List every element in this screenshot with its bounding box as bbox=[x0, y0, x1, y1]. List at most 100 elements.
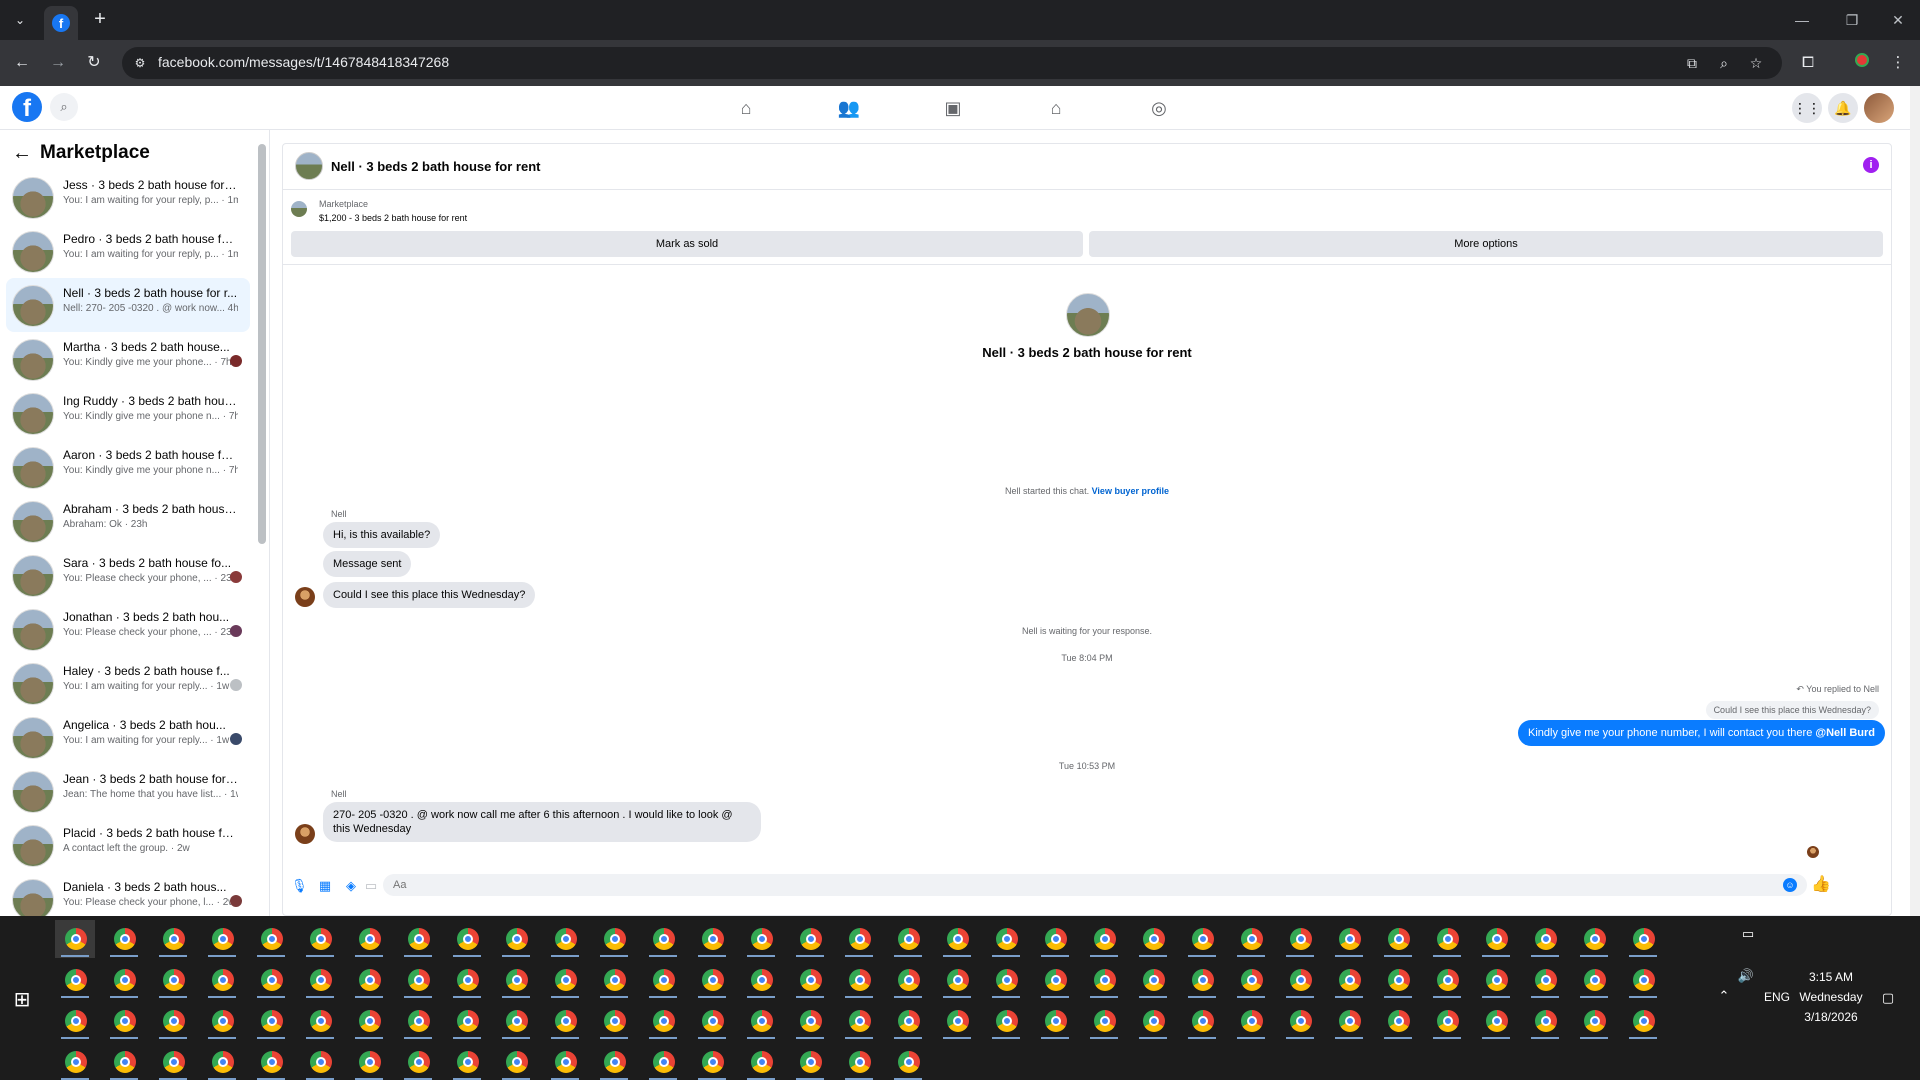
taskbar-app-icon[interactable] bbox=[1231, 961, 1271, 999]
taskbar-app-icon[interactable] bbox=[1280, 1002, 1320, 1040]
taskbar-app-icon[interactable] bbox=[692, 961, 732, 999]
quoted-message[interactable]: Could I see this place this Wednesday? bbox=[1705, 701, 1879, 719]
notifications-icon[interactable]: ▢ bbox=[1876, 990, 1900, 1006]
windows-start-icon[interactable]: ⊞ bbox=[10, 988, 34, 1012]
taskbar-app-icon[interactable] bbox=[153, 1043, 193, 1080]
taskbar-app-icon[interactable] bbox=[1182, 920, 1222, 958]
taskbar-app-icon[interactable] bbox=[104, 1043, 144, 1080]
taskbar-app-icon[interactable] bbox=[888, 920, 928, 958]
taskbar-app-icon[interactable] bbox=[496, 961, 536, 999]
taskbar-app-icon[interactable] bbox=[839, 920, 879, 958]
taskbar-app-icon[interactable] bbox=[398, 1002, 438, 1040]
site-info-icon[interactable]: ⚙ bbox=[132, 55, 148, 71]
taskbar-app-icon[interactable] bbox=[643, 1043, 683, 1080]
taskbar-app-icon[interactable] bbox=[790, 961, 830, 999]
taskbar-app-icon[interactable] bbox=[1035, 961, 1075, 999]
taskbar-app-icon[interactable] bbox=[1084, 1002, 1124, 1040]
clock-date[interactable]: 3/18/2026 bbox=[1796, 1010, 1866, 1024]
taskbar-app-icon[interactable] bbox=[1035, 920, 1075, 958]
mark-as-sold-button[interactable]: Mark as sold bbox=[291, 231, 1083, 257]
taskbar-app-icon[interactable] bbox=[790, 1002, 830, 1040]
taskbar-app-icon[interactable] bbox=[741, 1043, 781, 1080]
taskbar-app-icon[interactable] bbox=[643, 1002, 683, 1040]
taskbar-app-icon[interactable] bbox=[104, 920, 144, 958]
taskbar-app-icon[interactable] bbox=[937, 1002, 977, 1040]
taskbar-app-icon[interactable] bbox=[1084, 961, 1124, 999]
taskbar-app-icon[interactable] bbox=[986, 920, 1026, 958]
chat-title[interactable]: Nell · 3 beds 2 bath house for rent bbox=[331, 159, 540, 174]
taskbar-app-icon[interactable] bbox=[202, 1002, 242, 1040]
taskbar-app-icon[interactable] bbox=[741, 920, 781, 958]
marketplace-icon[interactable]: ⌂ bbox=[1036, 93, 1076, 123]
taskbar-app-icon[interactable] bbox=[202, 1043, 242, 1080]
taskbar-app-icon[interactable] bbox=[790, 920, 830, 958]
taskbar-app-icon[interactable] bbox=[1574, 961, 1614, 999]
taskbar-app-icon[interactable] bbox=[643, 961, 683, 999]
video-icon[interactable]: ▣ bbox=[933, 93, 973, 123]
clock-time[interactable]: 3:15 AM bbox=[1796, 970, 1866, 984]
taskbar-app-icon[interactable] bbox=[1623, 1002, 1663, 1040]
taskbar-app-icon[interactable] bbox=[496, 1043, 536, 1080]
url-text[interactable]: facebook.com/messages/t/1467848418347268 bbox=[158, 54, 449, 70]
taskbar-app-icon[interactable] bbox=[643, 920, 683, 958]
taskbar-app-icon[interactable] bbox=[1329, 1002, 1369, 1040]
back-arrow-icon[interactable]: ← bbox=[12, 142, 40, 165]
taskbar-app-icon[interactable] bbox=[349, 961, 389, 999]
conversation-item[interactable]: Angelica · 3 beds 2 bath hou... You: I am… bbox=[6, 710, 250, 764]
taskbar-app-icon[interactable] bbox=[594, 1002, 634, 1040]
taskbar-app-icon[interactable] bbox=[1378, 961, 1418, 999]
mention-link[interactable]: @Nell Burd bbox=[1815, 727, 1875, 739]
taskbar-app-icon[interactable] bbox=[594, 1043, 634, 1080]
taskbar-app-icon[interactable] bbox=[888, 1043, 928, 1080]
taskbar-app-icon[interactable] bbox=[741, 1002, 781, 1040]
taskbar-app-icon[interactable] bbox=[447, 920, 487, 958]
message-bubble-incoming[interactable]: Hi, is this available? bbox=[323, 522, 441, 548]
taskbar-app-icon[interactable] bbox=[545, 920, 585, 958]
taskbar-app-icon[interactable] bbox=[1525, 920, 1565, 958]
taskbar-app-icon[interactable] bbox=[1133, 961, 1173, 999]
clock-day[interactable]: Wednesday bbox=[1796, 990, 1866, 1004]
taskbar-app-icon[interactable] bbox=[251, 920, 291, 958]
taskbar-app-icon[interactable] bbox=[937, 961, 977, 999]
taskbar-app-icon[interactable] bbox=[1623, 961, 1663, 999]
back-icon[interactable]: ← bbox=[10, 51, 34, 75]
taskbar-app-icon[interactable] bbox=[104, 1002, 144, 1040]
taskbar-app-icon[interactable] bbox=[1378, 920, 1418, 958]
volume-icon[interactable]: 🔊 bbox=[1734, 968, 1758, 984]
address-bar[interactable]: ⚙ facebook.com/messages/t/14678484183472… bbox=[122, 47, 1782, 79]
taskbar-app-icon[interactable] bbox=[1182, 961, 1222, 999]
reload-icon[interactable]: ↻ bbox=[82, 51, 106, 75]
message-bubble-incoming[interactable]: Message sent bbox=[323, 551, 412, 577]
profile-extension-icon[interactable] bbox=[1850, 51, 1874, 75]
taskbar-app-icon[interactable] bbox=[1329, 961, 1369, 999]
taskbar-app-icon[interactable] bbox=[447, 1043, 487, 1080]
taskbar-app-icon[interactable] bbox=[839, 1043, 879, 1080]
taskbar-app-icon[interactable] bbox=[1574, 920, 1614, 958]
groups-icon[interactable]: ◎ bbox=[1139, 93, 1179, 123]
taskbar-app-icon[interactable] bbox=[1623, 920, 1663, 958]
conversation-item[interactable]: Aaron · 3 beds 2 bath house for... You: K… bbox=[6, 440, 250, 494]
taskbar-app-icon[interactable] bbox=[741, 961, 781, 999]
taskbar-app-icon[interactable] bbox=[545, 961, 585, 999]
taskbar-app-icon[interactable] bbox=[1280, 961, 1320, 999]
taskbar-app-icon[interactable] bbox=[839, 961, 879, 999]
notifications-bell-icon[interactable]: 🔔 bbox=[1828, 93, 1858, 123]
browser-menu-icon[interactable]: ⋮ bbox=[1886, 51, 1910, 75]
profile-avatar[interactable] bbox=[1864, 93, 1894, 123]
close-window-icon[interactable]: ✕ bbox=[1876, 6, 1920, 34]
conversation-item[interactable]: Abraham · 3 beds 2 bath house ... Abraham… bbox=[6, 494, 250, 548]
install-app-icon[interactable]: ⧉ bbox=[1682, 53, 1702, 73]
taskbar-app-icon[interactable] bbox=[202, 961, 242, 999]
taskbar-app-icon[interactable] bbox=[986, 961, 1026, 999]
browser-tab-facebook[interactable]: f bbox=[44, 6, 78, 40]
taskbar-app-icon[interactable] bbox=[55, 920, 95, 958]
taskbar-app-icon[interactable] bbox=[692, 1002, 732, 1040]
menu-grid-icon[interactable]: ⋮⋮ bbox=[1792, 93, 1822, 123]
taskbar-app-icon[interactable] bbox=[839, 1002, 879, 1040]
message-input[interactable] bbox=[383, 874, 1807, 896]
taskbar-app-icon[interactable] bbox=[1329, 920, 1369, 958]
language-indicator[interactable]: ENG bbox=[1762, 990, 1792, 1004]
friends-icon[interactable]: 👥 bbox=[829, 93, 869, 123]
taskbar-app-icon[interactable] bbox=[692, 1043, 732, 1080]
taskbar-app-icon[interactable] bbox=[1280, 920, 1320, 958]
